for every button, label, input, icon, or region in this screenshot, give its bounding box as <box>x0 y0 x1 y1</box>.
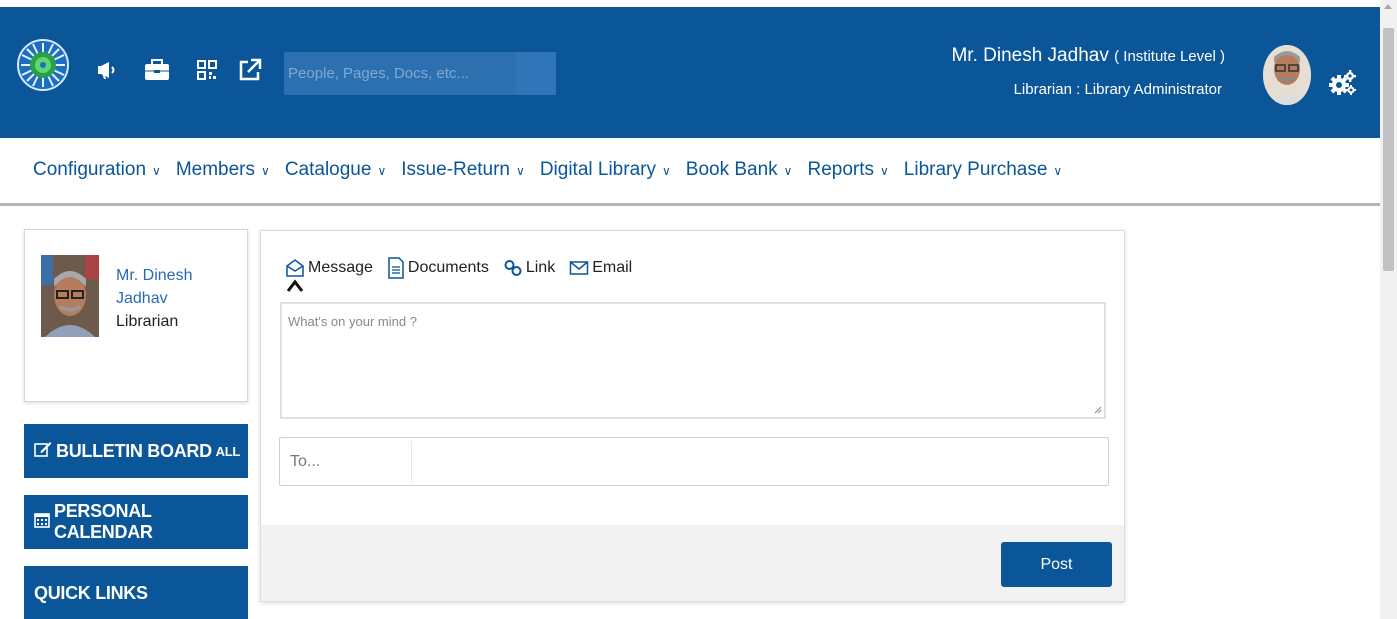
chevron-down-icon: ∨ <box>377 164 387 178</box>
profile-role: Librarian <box>116 313 179 330</box>
search-button[interactable] <box>516 52 556 95</box>
tab-link[interactable]: Link <box>503 258 555 278</box>
personal-calendar-panel[interactable]: PERSONAL CALENDAR <box>24 495 248 549</box>
link-icon <box>504 260 522 276</box>
post-footer: Post <box>261 525 1124 601</box>
message-icon <box>286 259 304 277</box>
chevron-down-icon: ∨ <box>516 164 525 178</box>
bulletin-board-panel[interactable]: BULLETIN BOARD ALL <box>24 424 248 478</box>
nav-digital-library[interactable]: Digital Library ∨ <box>540 159 671 181</box>
tab-documents[interactable]: Documents <box>387 257 489 279</box>
chevron-down-icon: ∨ <box>1053 164 1063 178</box>
user-role: Librarian : Library Administrator <box>1013 81 1222 98</box>
tab-email[interactable]: Email <box>569 259 632 277</box>
post-button[interactable]: Post <box>1001 542 1112 587</box>
email-icon <box>569 261 589 275</box>
tab-message[interactable]: Message <box>285 258 373 278</box>
chevron-down-icon: ∨ <box>880 164 889 178</box>
external-link-icon[interactable] <box>237 57 263 83</box>
selected-tab-caret-icon <box>287 279 303 292</box>
nav-members[interactable]: Members ∨ <box>176 159 270 181</box>
resize-handle-icon[interactable] <box>1094 406 1102 414</box>
nav-issue-return[interactable]: Issue-Return ∨ <box>401 159 525 181</box>
page-scrollbar[interactable] <box>1380 0 1397 619</box>
nav-library-purchase[interactable]: Library Purchase ∨ <box>904 159 1062 181</box>
calendar-icon <box>34 512 50 533</box>
user-name: Mr. Dinesh Jadhav <box>951 45 1109 66</box>
scroll-up-arrow[interactable] <box>1384 4 1392 9</box>
personal-calendar-title: PERSONAL CALENDAR <box>54 501 153 542</box>
chevron-down-icon: ∨ <box>152 164 161 178</box>
profile-name[interactable]: Mr. Dinesh Jadhav <box>116 264 216 310</box>
qr-code-icon[interactable] <box>196 57 222 83</box>
top-header: Mr. Dinesh Jadhav ( Institute Level ) Li… <box>0 7 1380 138</box>
scroll-thumb[interactable] <box>1383 28 1394 271</box>
nav-configuration[interactable]: Configuration ∨ <box>33 159 161 181</box>
global-search <box>284 52 556 95</box>
briefcase-icon[interactable] <box>143 57 169 83</box>
megaphone-icon[interactable] <box>95 57 121 83</box>
avatar[interactable] <box>1263 45 1311 105</box>
nav-catalogue[interactable]: Catalogue ∨ <box>285 159 386 181</box>
institute-logo[interactable] <box>17 39 69 91</box>
chevron-down-icon: ∨ <box>783 164 793 178</box>
nav-book-bank[interactable]: Book Bank ∨ <box>686 159 793 181</box>
user-level: ( Institute Level ) <box>1114 48 1225 65</box>
quick-links-panel[interactable]: QUICK LINKS <box>24 566 248 619</box>
profile-photo[interactable] <box>41 255 99 337</box>
nav-reports[interactable]: Reports ∨ <box>807 159 888 181</box>
user-name-line: Mr. Dinesh Jadhav ( Institute Level ) <box>951 45 1225 67</box>
chevron-down-icon: ∨ <box>261 164 270 178</box>
bulletin-board-title: BULLETIN BOARD <box>56 440 212 461</box>
bulletin-all-link[interactable]: ALL <box>216 444 241 459</box>
gears-icon[interactable] <box>1328 68 1358 98</box>
document-icon <box>388 257 404 279</box>
recipients-field <box>279 437 1109 486</box>
chevron-down-icon: ∨ <box>661 164 671 178</box>
recipients-input[interactable] <box>280 438 1108 485</box>
edit-icon <box>34 441 52 462</box>
post-composer: Message Documents Link Email Post <box>260 230 1125 602</box>
post-type-tabs: Message Documents Link Email <box>285 257 646 279</box>
main-nav: Configuration ∨ Members ∨ Catalogue ∨ Issue… <box>0 138 1380 206</box>
message-textarea[interactable] <box>280 302 1106 419</box>
quick-links-title: QUICK LINKS <box>34 582 148 603</box>
profile-card: Mr. Dinesh Jadhav Librarian <box>24 229 248 402</box>
